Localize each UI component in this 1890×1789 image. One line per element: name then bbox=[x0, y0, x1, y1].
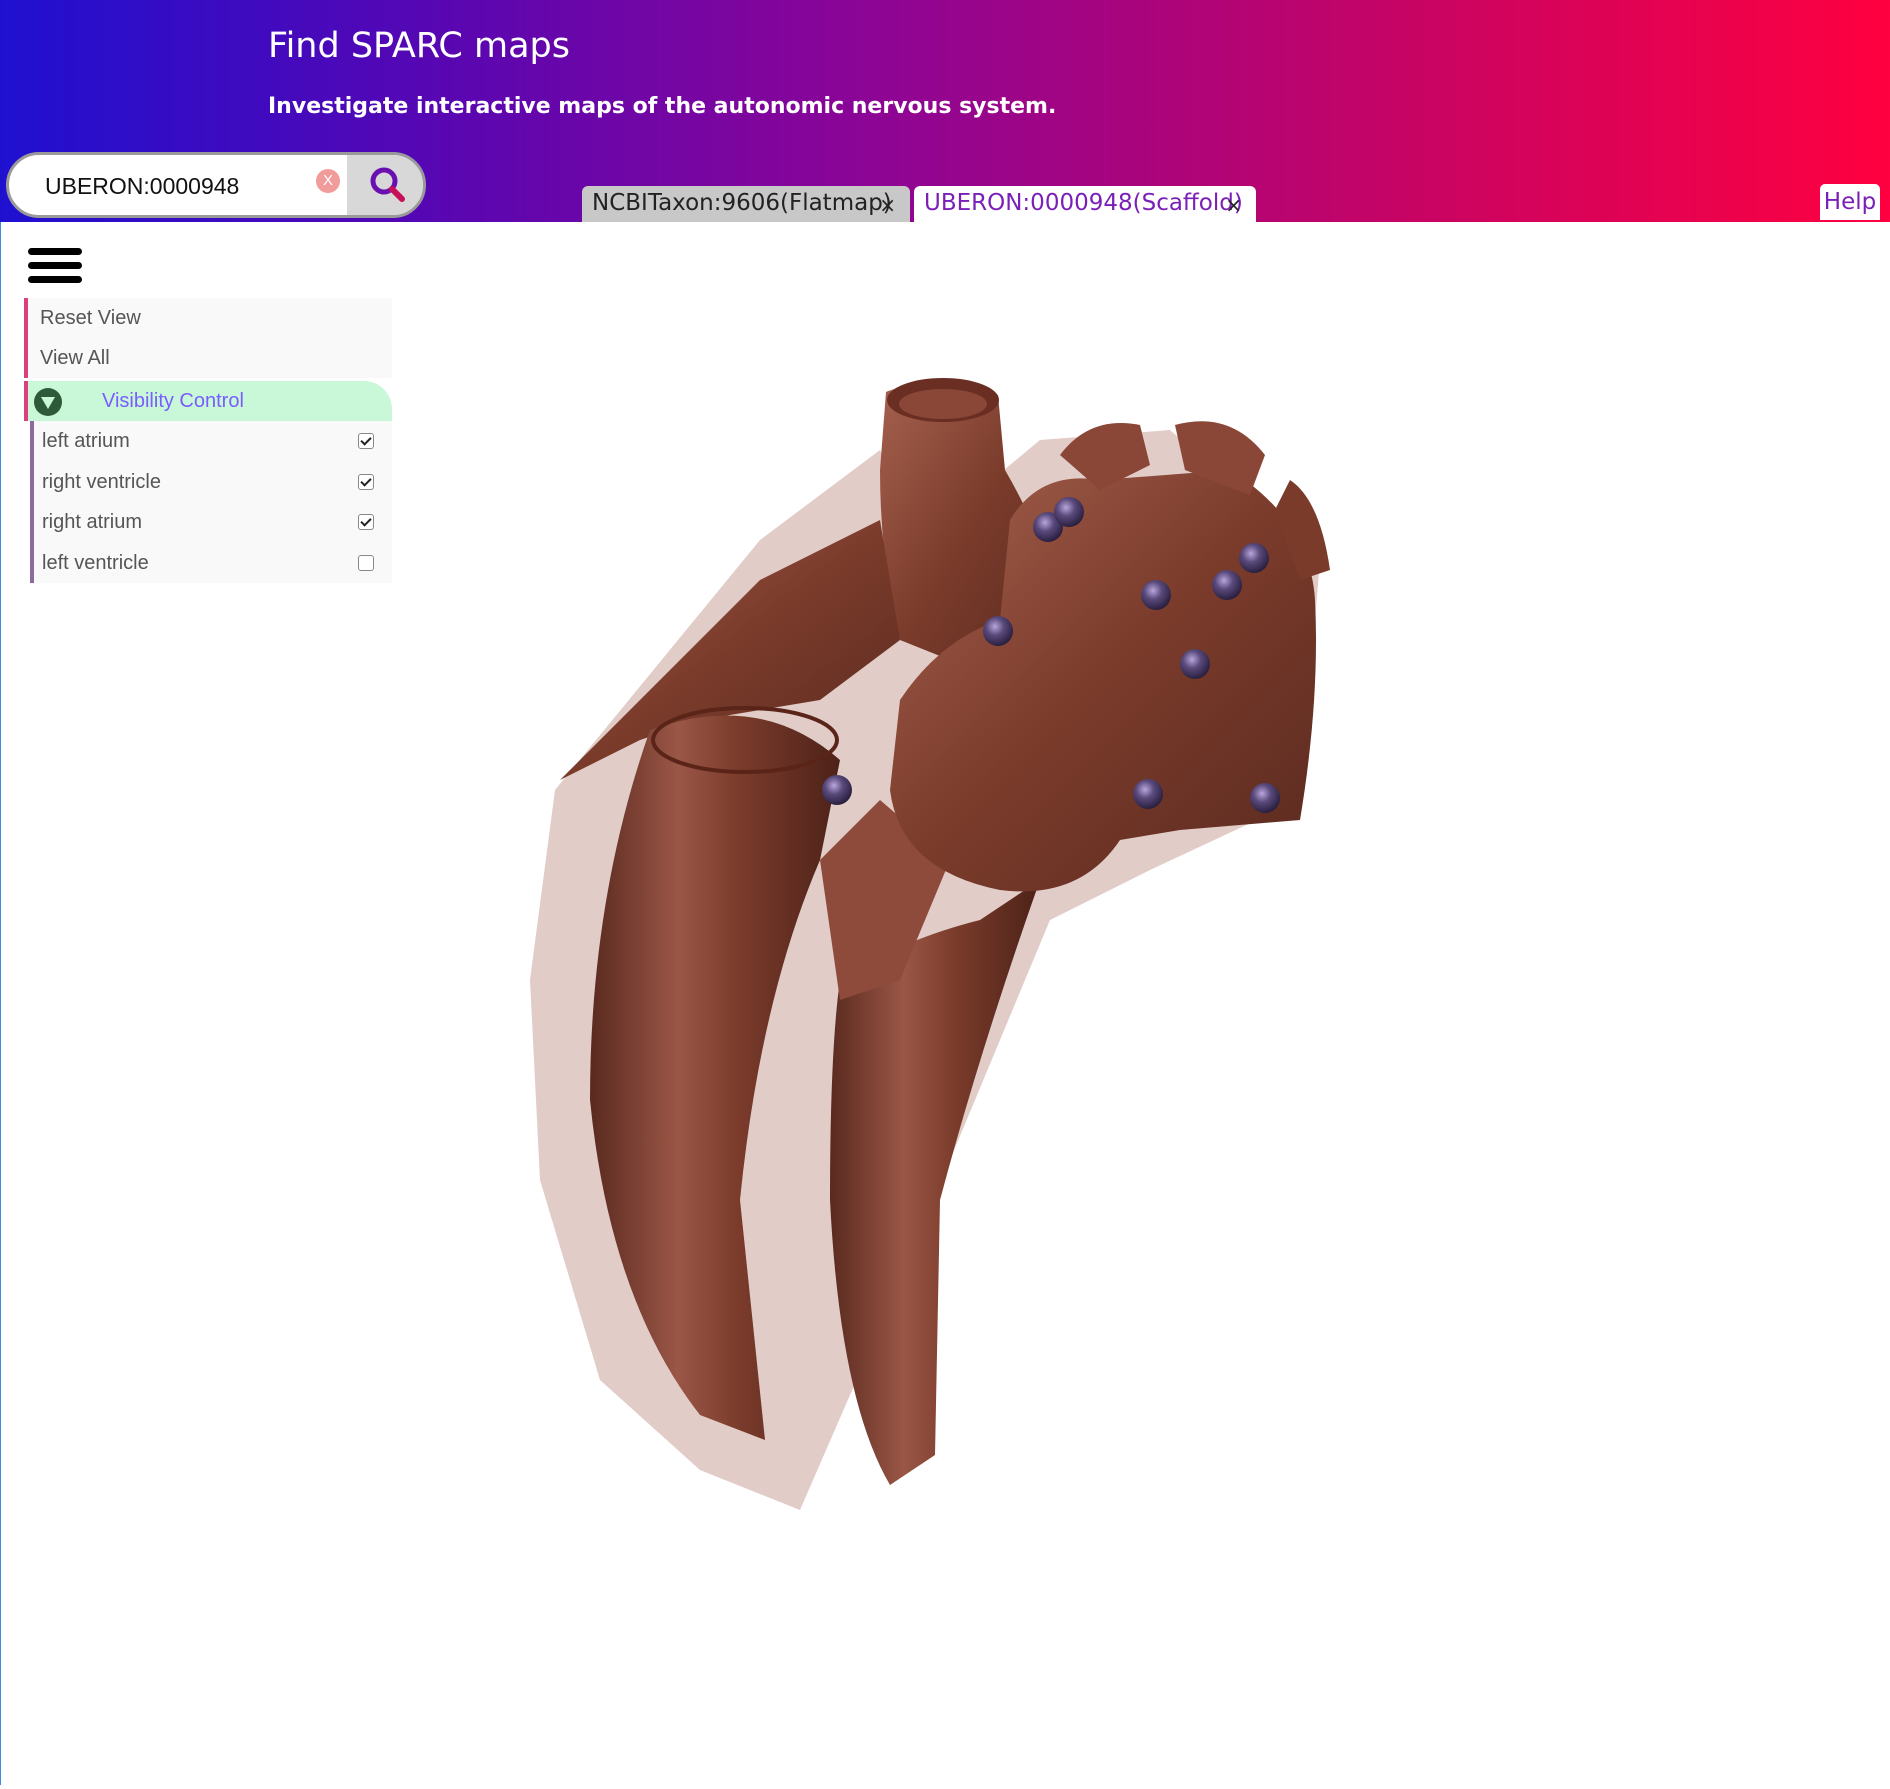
clear-icon[interactable]: X bbox=[316, 169, 340, 193]
reset-view-button[interactable]: Reset View bbox=[24, 298, 392, 338]
marker-point[interactable] bbox=[1054, 497, 1084, 527]
visibility-item-label: right ventricle bbox=[42, 470, 161, 493]
collapse-triangle-icon[interactable] bbox=[34, 388, 62, 416]
marker-point[interactable] bbox=[983, 616, 1013, 646]
tab-label: NCBITaxon:9606(Flatmap) bbox=[592, 190, 892, 216]
marker-point[interactable] bbox=[822, 775, 852, 805]
marker-point[interactable] bbox=[1212, 570, 1242, 600]
visibility-checkbox[interactable] bbox=[358, 554, 374, 571]
marker-point[interactable] bbox=[1133, 779, 1163, 809]
page-title: Find SPARC maps bbox=[268, 26, 570, 66]
marker-point[interactable] bbox=[1250, 783, 1280, 813]
marker-point[interactable] bbox=[1180, 649, 1210, 679]
visibility-item-right-atrium[interactable]: right atrium bbox=[34, 502, 392, 543]
visibility-item-left-atrium[interactable]: left atrium bbox=[34, 421, 392, 462]
search-button[interactable] bbox=[347, 155, 423, 215]
marker-point[interactable] bbox=[1141, 580, 1171, 610]
tab-close-icon[interactable]: × bbox=[1225, 188, 1242, 222]
page-subtitle: Investigate interactive maps of the auto… bbox=[268, 94, 1057, 119]
tab-scaffold[interactable]: UBERON:0000948(Scaffold) × bbox=[914, 186, 1256, 222]
visibility-item-label: left ventricle bbox=[42, 551, 149, 574]
visibility-item-left-ventricle[interactable]: left ventricle bbox=[34, 543, 392, 584]
visibility-checkbox[interactable] bbox=[358, 433, 374, 449]
aorta-inner bbox=[899, 389, 987, 419]
visibility-item-label: left atrium bbox=[42, 430, 130, 452]
search-bar: X bbox=[6, 152, 426, 218]
tab-flatmap[interactable]: NCBITaxon:9606(Flatmap) × bbox=[582, 186, 910, 222]
hamburger-menu-icon[interactable] bbox=[28, 248, 82, 288]
tab-label: UBERON:0000948(Scaffold) bbox=[924, 190, 1243, 216]
search-input[interactable] bbox=[43, 155, 307, 215]
visibility-control-label: Visibility Control bbox=[102, 390, 244, 412]
marker-point[interactable] bbox=[1239, 543, 1269, 573]
view-all-button[interactable]: View All bbox=[24, 338, 392, 378]
visibility-checkbox[interactable] bbox=[358, 514, 374, 530]
tab-close-icon[interactable]: × bbox=[879, 188, 896, 222]
visibility-item-right-ventricle[interactable]: right ventricle bbox=[34, 462, 392, 503]
visibility-checkbox[interactable] bbox=[358, 473, 374, 490]
search-icon bbox=[370, 167, 405, 202]
visibility-list: left atrium right ventricle right atrium… bbox=[30, 421, 392, 583]
help-button[interactable]: Help bbox=[1820, 184, 1880, 220]
header-banner: Find SPARC maps Investigate interactive … bbox=[0, 0, 1890, 222]
visibility-item-label: right atrium bbox=[42, 511, 143, 533]
visibility-control-header[interactable]: Visibility Control bbox=[24, 381, 392, 421]
